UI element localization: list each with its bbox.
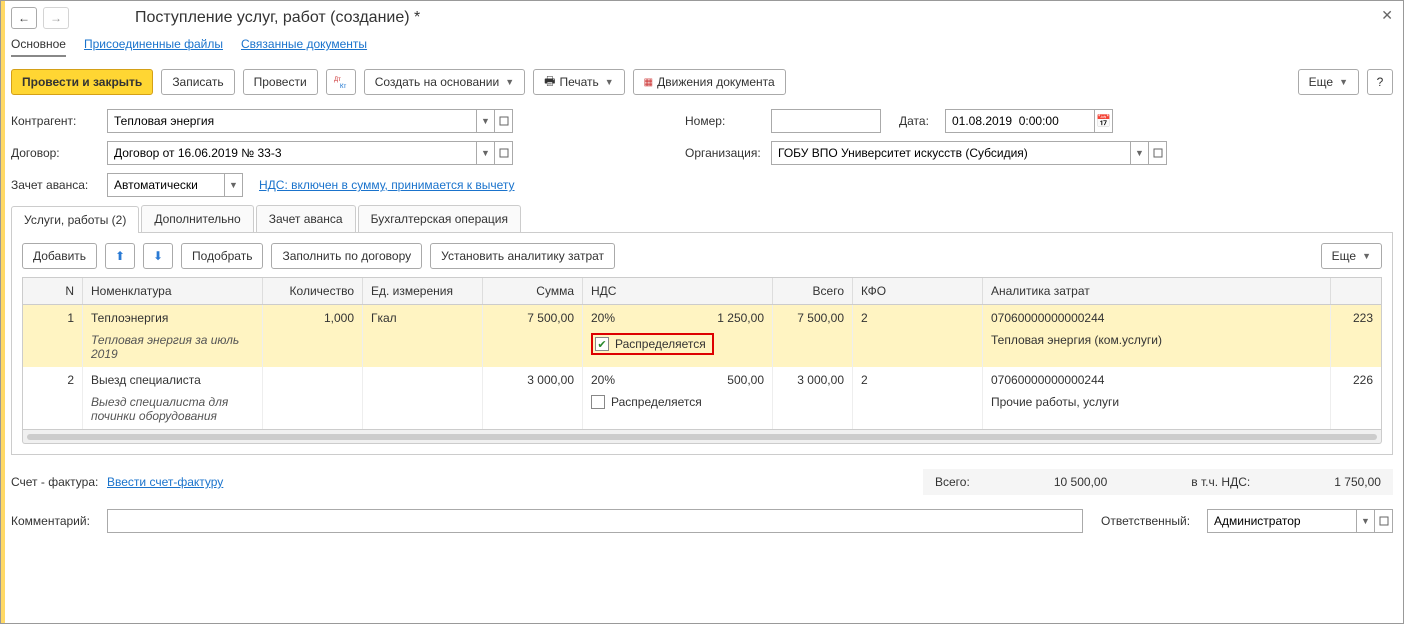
responsible-dropdown[interactable]: ▼	[1357, 509, 1375, 533]
number-input[interactable]	[771, 109, 881, 133]
post-and-close-button[interactable]: Провести и закрыть	[11, 69, 153, 95]
add-row-button[interactable]: Добавить	[22, 243, 97, 269]
totals-box: Всего: 10 500,00 в т.ч. НДС: 1 750,00	[923, 469, 1393, 495]
invoice-label: Счет - фактура:	[11, 475, 101, 489]
date-input[interactable]	[945, 109, 1095, 133]
report-icon: ▦	[644, 77, 653, 88]
table-row-sub[interactable]: Выезд специалиста для починки оборудован…	[23, 393, 1381, 429]
date-label: Дата:	[899, 114, 939, 128]
table-row[interactable]: 2Выезд специалиста3 000,0020%500,003 000…	[23, 367, 1381, 393]
print-button[interactable]: 🖶Печать▼	[533, 69, 625, 95]
org-open[interactable]	[1149, 141, 1167, 165]
responsible-label: Ответственный:	[1101, 514, 1201, 528]
post-button[interactable]: Провести	[243, 69, 318, 95]
table-row-sub[interactable]: Тепловая энергия за июль 2019✔Распределя…	[23, 331, 1381, 367]
save-button[interactable]: Записать	[161, 69, 234, 95]
enter-invoice-link[interactable]: Ввести счет-фактуру	[107, 475, 223, 489]
page-title: Поступление услуг, работ (создание) *	[135, 9, 420, 27]
number-label: Номер:	[685, 114, 765, 128]
col-an[interactable]: Аналитика затрат	[983, 278, 1331, 304]
dt-kt-icon[interactable]: ДтКт	[326, 69, 356, 95]
advance-input[interactable]	[107, 173, 225, 197]
services-grid: N Номенклатура Количество Ед. измерения …	[22, 277, 1382, 430]
nav-forward-button[interactable]: →	[43, 7, 69, 29]
tab-advance[interactable]: Зачет аванса	[256, 205, 356, 232]
contract-open[interactable]	[495, 141, 513, 165]
help-button[interactable]: ?	[1367, 69, 1393, 95]
svg-text:Кт: Кт	[340, 84, 346, 89]
tab-main[interactable]: Основное	[11, 37, 66, 57]
create-based-button[interactable]: Создать на основании▼	[364, 69, 525, 95]
contract-input[interactable]	[107, 141, 477, 165]
col-nom[interactable]: Номенклатура	[83, 278, 263, 304]
org-input[interactable]	[771, 141, 1131, 165]
tab-extra[interactable]: Дополнительно	[141, 205, 253, 232]
col-vat[interactable]: НДС	[583, 278, 773, 304]
grid-more-button[interactable]: Еще▼	[1321, 243, 1382, 269]
comment-label: Комментарий:	[11, 514, 101, 528]
set-analytics-button[interactable]: Установить аналитику затрат	[430, 243, 615, 269]
tab-accounting[interactable]: Бухгалтерская операция	[358, 205, 521, 232]
col-sum[interactable]: Сумма	[483, 278, 583, 304]
org-label: Организация:	[685, 146, 765, 160]
counterparty-input[interactable]	[107, 109, 477, 133]
more-button[interactable]: Еще▼	[1298, 69, 1359, 95]
counterparty-dropdown[interactable]: ▼	[477, 109, 495, 133]
nav-back-button[interactable]: ←	[11, 7, 37, 29]
counterparty-label: Контрагент:	[11, 114, 101, 128]
printer-icon: 🖶	[544, 72, 555, 93]
col-last	[1331, 278, 1381, 304]
responsible-input[interactable]	[1207, 509, 1357, 533]
comment-input[interactable]	[107, 509, 1083, 533]
col-total[interactable]: Всего	[773, 278, 853, 304]
col-qty[interactable]: Количество	[263, 278, 363, 304]
top-tabs: Основное Присоединенные файлы Связанные …	[11, 37, 1393, 57]
close-icon[interactable]: ✕	[1381, 7, 1393, 24]
org-dropdown[interactable]: ▼	[1131, 141, 1149, 165]
tab-services[interactable]: Услуги, работы (2)	[11, 206, 139, 233]
fill-by-contract-button[interactable]: Заполнить по договору	[271, 243, 422, 269]
responsible-open[interactable]	[1375, 509, 1393, 533]
advance-label: Зачет аванса:	[11, 178, 101, 192]
table-row[interactable]: 1Теплоэнергия1,000Гкал7 500,0020%1 250,0…	[23, 305, 1381, 331]
pick-button[interactable]: Подобрать	[181, 243, 263, 269]
col-unit[interactable]: Ед. измерения	[363, 278, 483, 304]
col-n[interactable]: N	[23, 278, 83, 304]
distributed-checkbox[interactable]: Распределяется	[591, 395, 702, 409]
date-picker-button[interactable]: 📅	[1095, 109, 1113, 133]
advance-dropdown[interactable]: ▼	[225, 173, 243, 197]
yellow-edge	[1, 1, 5, 623]
tab-files[interactable]: Присоединенные файлы	[84, 37, 223, 57]
vat-settings-link[interactable]: НДС: включен в сумму, принимается к выче…	[259, 178, 515, 192]
total-value: 10 500,00	[1054, 475, 1107, 489]
move-down-button[interactable]: ⬇	[143, 243, 173, 269]
tab-related[interactable]: Связанные документы	[241, 37, 367, 57]
contract-dropdown[interactable]: ▼	[477, 141, 495, 165]
counterparty-open[interactable]	[495, 109, 513, 133]
vat-total-value: 1 750,00	[1334, 475, 1381, 489]
horizontal-scrollbar[interactable]	[22, 430, 1382, 444]
move-up-button[interactable]: ⬆	[105, 243, 135, 269]
distributed-checkbox[interactable]: ✔Распределяется	[591, 333, 714, 355]
movements-button[interactable]: ▦Движения документа	[633, 69, 786, 95]
contract-label: Договор:	[11, 146, 101, 160]
col-kfo[interactable]: КФО	[853, 278, 983, 304]
svg-text:Дт: Дт	[334, 77, 341, 83]
